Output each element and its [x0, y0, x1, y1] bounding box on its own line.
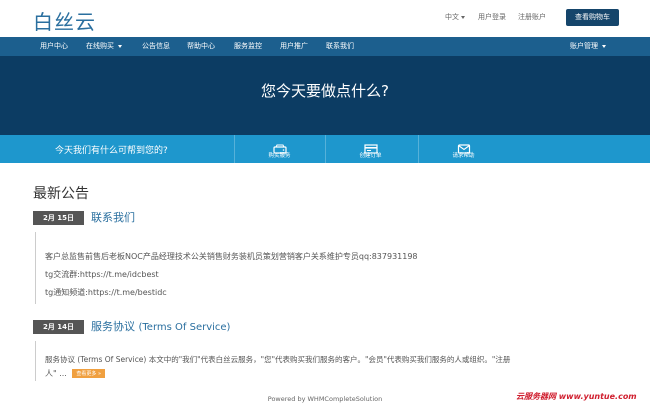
site-logo[interactable]: 白丝云 [33, 6, 96, 35]
chevron-down-icon [602, 44, 606, 48]
nav-item-help-center[interactable]: 帮助中心 [187, 37, 215, 56]
chevron-down-icon [461, 15, 465, 19]
announcement-title-link[interactable]: 联系我们 [91, 209, 135, 225]
announcement-date-badge: 2月 15日 [33, 211, 84, 225]
main-nav: 用户中心 在线购买 公告信息 帮助中心 服务监控 用户推广 联系我们 账户管理 [0, 37, 650, 56]
register-link[interactable]: 注册账户 [518, 12, 546, 22]
language-selector[interactable]: 中文 [445, 12, 465, 22]
nav-item-service-monitor[interactable]: 服务监控 [234, 37, 262, 56]
view-cart-button[interactable]: 查看购物车 [566, 9, 619, 26]
request-help-button[interactable]: 请求帮助 [418, 135, 508, 163]
announcement-text-line: tg交流群:https://t.me/idcbest [45, 270, 159, 279]
billing-icon [326, 139, 415, 154]
nav-item-buy-online[interactable]: 在线购买 [86, 37, 122, 56]
server-icon [235, 139, 324, 154]
nav-item-announcements[interactable]: 公告信息 [142, 37, 170, 56]
buy-service-button[interactable]: 购买服务 [234, 135, 324, 163]
nav-item-user-center[interactable]: 用户中心 [40, 37, 68, 56]
announcement-text-line: 客户总监售前售后老板NOC产品经理技术公关销售财务装机员策划营销客户关系维护专员… [45, 252, 418, 261]
hero-banner: 您今天要做点什么? [0, 56, 650, 135]
watermark: 云服务器网 www.yuntue.com [516, 392, 637, 401]
nav-item-contact[interactable]: 联系我们 [326, 37, 354, 56]
announcements-title: 最新公告 [33, 186, 89, 202]
login-link[interactable]: 用户登录 [478, 12, 506, 22]
announcement-date-badge: 2月 14日 [33, 320, 84, 334]
hero-title: 您今天要做点什么? [261, 82, 389, 100]
create-order-button[interactable]: 创建订单 [325, 135, 415, 163]
divider [35, 232, 36, 304]
nav-item-affiliates[interactable]: 用户推广 [280, 37, 308, 56]
nav-item-account[interactable]: 账户管理 [570, 37, 606, 56]
chevron-down-icon [118, 44, 122, 48]
announcement-text-line: tg通知频道:https://t.me/bestidc [45, 288, 167, 297]
announcement-text-line: 人" ... 查看更多 » [45, 368, 106, 379]
help-text: 今天我们有什么可帮到您的? [55, 146, 168, 156]
announcement-title-link[interactable]: 服务协议 (Terms Of Service) [91, 318, 230, 334]
divider [35, 341, 36, 381]
announcement-text-line: 服务协议 (Terms Of Service) 本文中的"我们"代表白丝云服务，… [45, 355, 511, 364]
top-header: 白丝云 中文 用户登录 注册账户 查看购物车 [0, 0, 650, 37]
envelope-icon [419, 139, 508, 154]
read-more-button[interactable]: 查看更多 » [72, 369, 106, 378]
help-bar: 今天我们有什么可帮到您的? 购买服务 创建订单 请求帮助 [0, 135, 650, 163]
